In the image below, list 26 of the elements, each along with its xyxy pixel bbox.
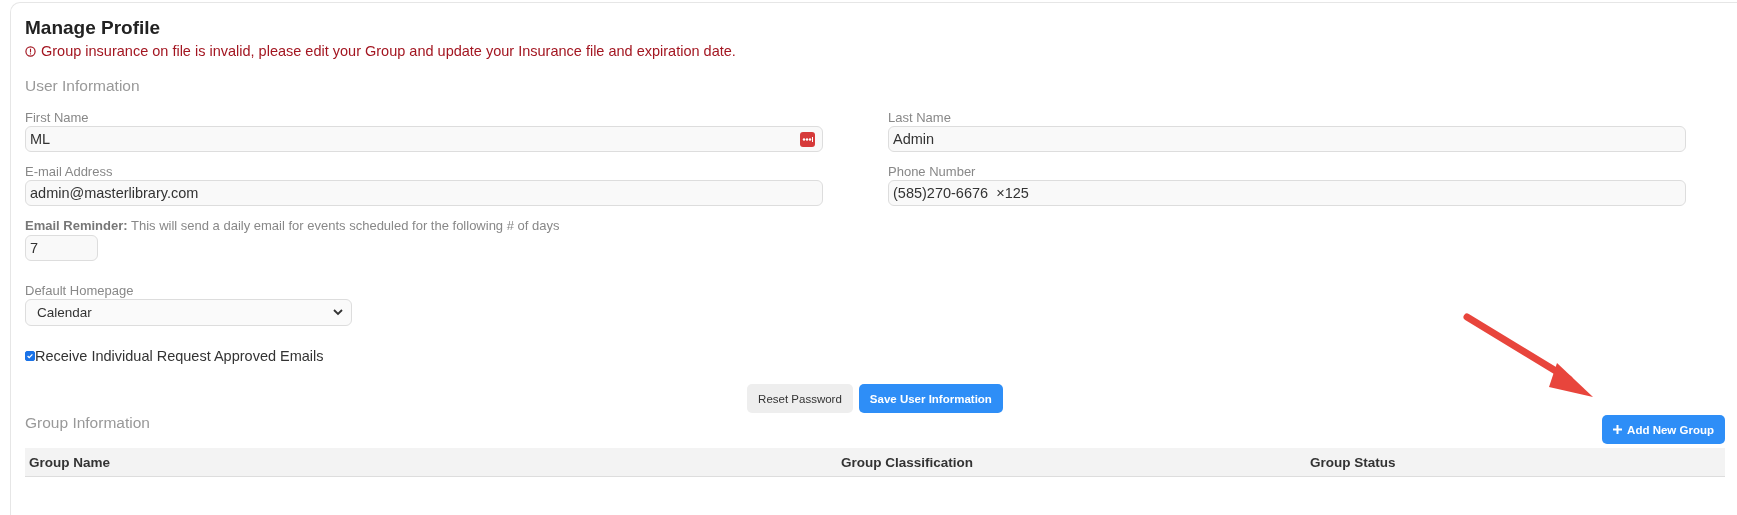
chevron-down-icon	[333, 309, 343, 316]
page-title: Manage Profile	[25, 17, 162, 39]
input-field[interactable]: 7	[25, 235, 98, 261]
checkbox[interactable]	[25, 351, 35, 361]
input-field[interactable]: admin@masterlibrary.com	[25, 180, 823, 206]
field-label: Phone Number	[888, 164, 977, 179]
warning-icon	[25, 45, 36, 57]
column-header: Group Status	[1309, 454, 1397, 470]
dropdown[interactable]: Calendar	[25, 299, 352, 326]
password-manager-icon[interactable]	[800, 132, 815, 147]
input-field[interactable]: ML	[25, 126, 823, 152]
field-label: First Name	[25, 110, 90, 125]
input-field[interactable]: (585)270-6676 ×125	[888, 180, 1686, 206]
section-heading: User Information	[25, 77, 141, 95]
field-label: Last Name	[888, 110, 952, 125]
plus-icon	[1613, 425, 1623, 434]
field-label: Email Reminder: This will send a daily email for events scheduled for the following # of days	[25, 218, 561, 233]
column-header: Group Classification	[840, 454, 975, 470]
error-message: Group insurance on file is invalid, please edit your Group and update your Insurance file and expiration date.	[41, 43, 736, 59]
section-heading: Group Information	[25, 414, 150, 433]
field-label: E-mail Address	[25, 164, 114, 179]
column-header: Group Name	[28, 454, 111, 470]
input-field[interactable]: Admin	[888, 126, 1686, 152]
checkbox-label: Receive Individual Request Approved Emails	[35, 348, 324, 364]
field-label: Default Homepage	[25, 283, 135, 298]
reset-button[interactable]: Reset Password	[747, 384, 853, 413]
